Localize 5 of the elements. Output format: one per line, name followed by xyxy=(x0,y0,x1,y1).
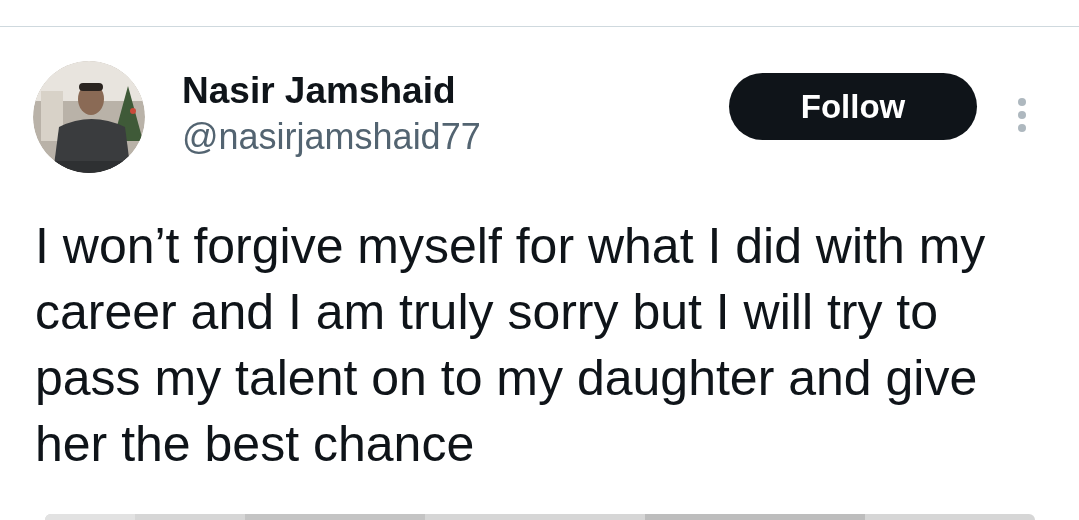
more-icon[interactable] xyxy=(1017,97,1027,133)
tweet-text: I won’t forgive myself for what I did with my career and I am truly sorry but I will try to pass my talent on to my daughter and give her the best chance xyxy=(35,217,987,474)
author-name: Nasir Jamshaid xyxy=(182,69,457,113)
follow-button[interactable]: Follow xyxy=(729,73,977,140)
author-handle: @nasirjamshaid77 xyxy=(182,115,481,159)
